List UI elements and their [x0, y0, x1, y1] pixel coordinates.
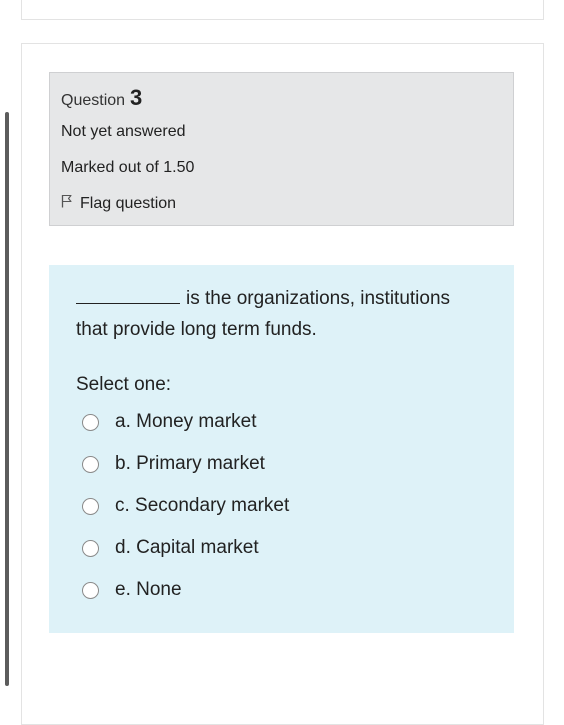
fill-in-blank [76, 287, 180, 304]
flag-icon [61, 194, 80, 213]
flag-question-label: Flag question [80, 194, 177, 212]
question-number: 3 [130, 85, 143, 110]
option-b-label: b. Primary market [115, 453, 265, 474]
question-label: Question [61, 92, 126, 109]
question-status: Not yet answered [61, 123, 186, 140]
radio-e[interactable] [82, 581, 99, 599]
radio-c[interactable] [82, 497, 99, 515]
option-c[interactable]: c. Secondary market [82, 495, 289, 517]
radio-a[interactable] [82, 413, 99, 431]
question-info-panel: Question 3 Not yet answered Marked out of… [49, 72, 514, 226]
radio-b[interactable] [82, 455, 99, 473]
option-c-label: c. Secondary market [115, 495, 290, 516]
option-e-label: e. None [115, 579, 182, 600]
radio-d[interactable] [82, 539, 99, 557]
question-content: is the organizations, institutions that … [49, 265, 514, 633]
previous-question-card [21, 0, 544, 20]
question-text: is the organizations, institutions that … [76, 283, 496, 345]
question-text-line1: is the organizations, institutions [186, 288, 451, 309]
scrollbar[interactable] [5, 112, 9, 686]
option-d-label: d. Capital market [115, 537, 259, 558]
option-a-label: a. Money market [115, 411, 257, 432]
question-marks: Marked out of 1.50 [61, 159, 195, 176]
option-e[interactable]: e. None [82, 579, 182, 601]
flag-question-link[interactable]: Flag question [61, 194, 176, 213]
select-one-label: Select one: [76, 374, 172, 395]
option-b[interactable]: b. Primary market [82, 453, 265, 475]
question-title: Question 3 [61, 85, 142, 111]
option-a[interactable]: a. Money market [82, 411, 257, 433]
option-d[interactable]: d. Capital market [82, 537, 259, 559]
question-text-line2: that provide long term funds. [76, 319, 317, 340]
